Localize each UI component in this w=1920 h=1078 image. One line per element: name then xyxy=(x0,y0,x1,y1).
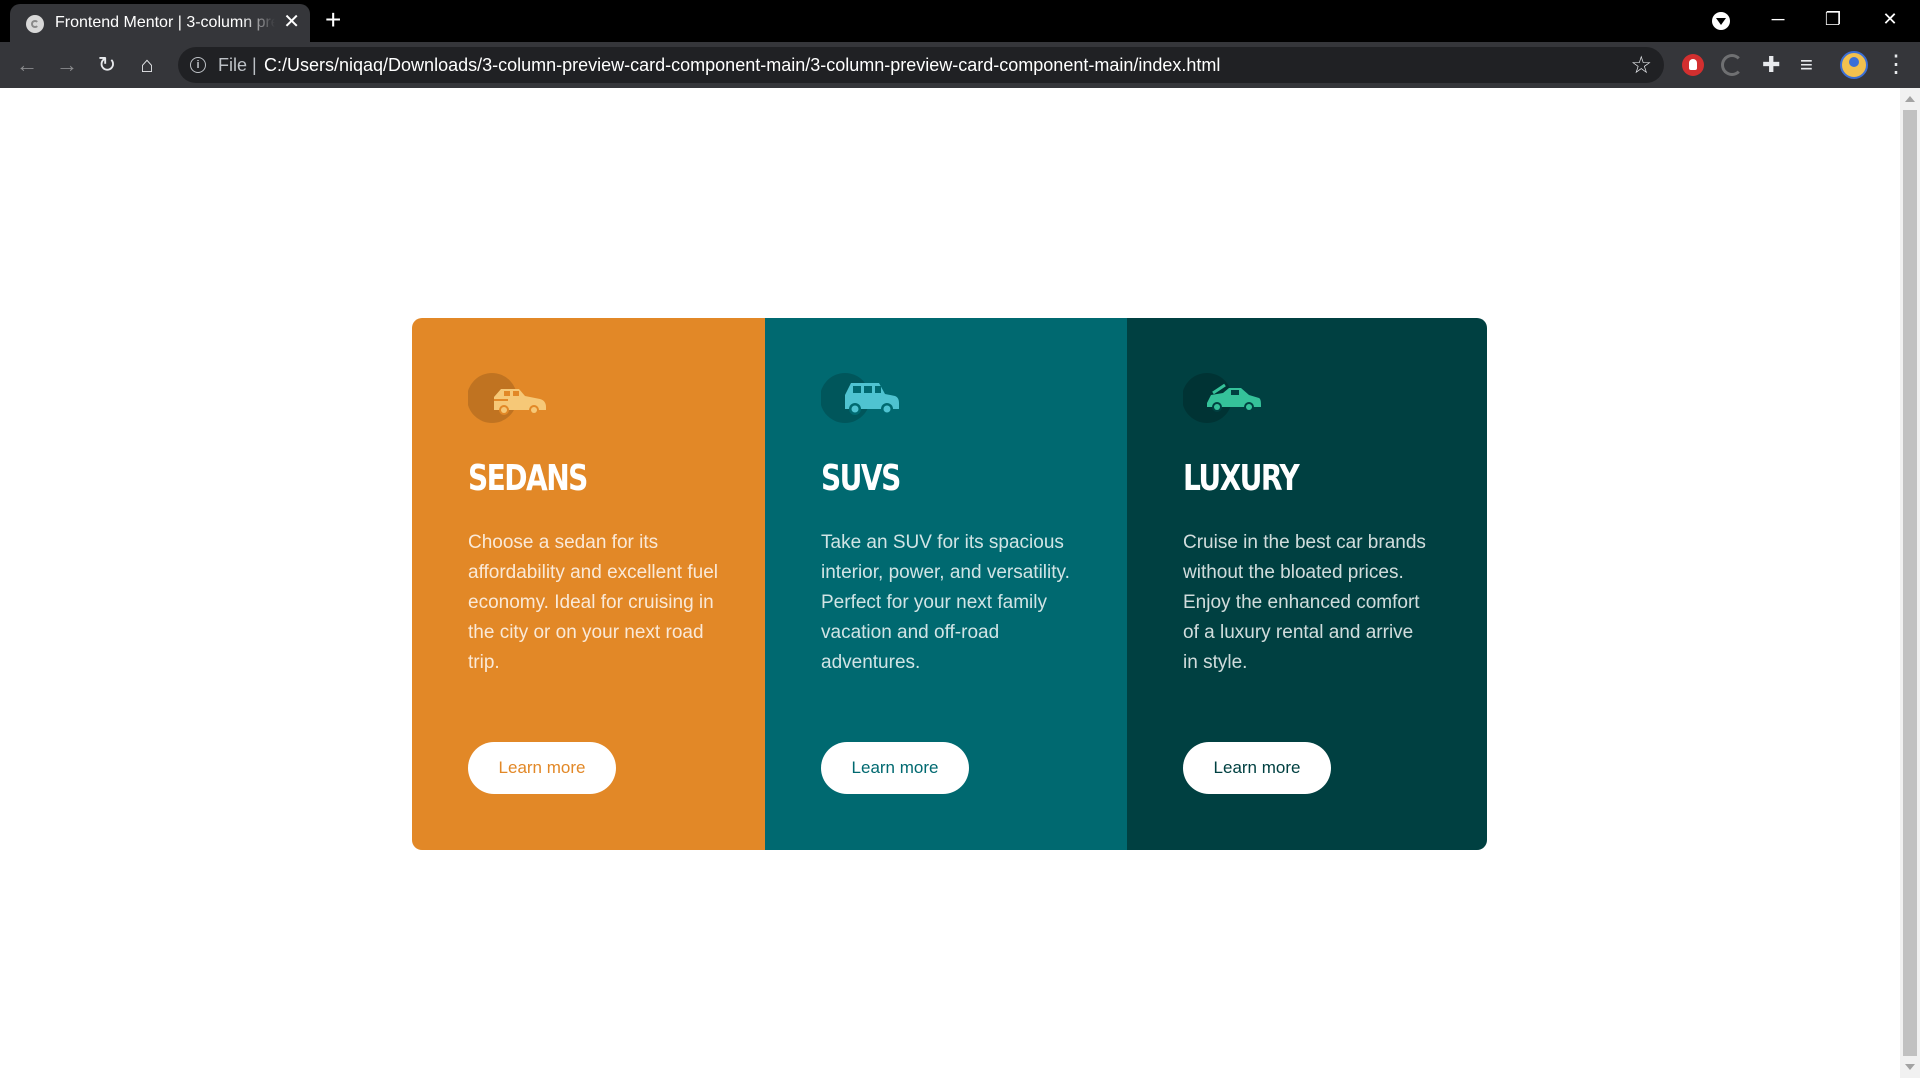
sedan-icon xyxy=(468,373,546,423)
page-scrollbar[interactable] xyxy=(1900,88,1920,1078)
card-title: SEDANS xyxy=(468,458,588,499)
minimize-icon[interactable]: ─ xyxy=(1758,4,1798,34)
menu-dots-icon[interactable]: ⋮ xyxy=(1884,50,1908,80)
extensions-puzzle-icon[interactable]: ✚ xyxy=(1762,54,1784,76)
extension-icon[interactable] xyxy=(1721,54,1743,76)
scroll-thumb[interactable] xyxy=(1903,110,1917,1056)
address-bar[interactable]: i File | C:/Users/niqaq/Downloads/3-colu… xyxy=(178,47,1664,83)
file-label: File xyxy=(218,55,248,75)
info-icon[interactable]: i xyxy=(190,57,206,73)
media-queue-icon[interactable]: ≡ xyxy=(1800,54,1822,76)
forward-icon[interactable]: → xyxy=(52,50,82,80)
new-tab-icon[interactable]: + xyxy=(325,6,341,34)
tab-title: Frontend Mentor | 3-column preview card … xyxy=(55,14,275,31)
restore-icon[interactable]: ❐ xyxy=(1813,4,1853,34)
luxury-car-icon xyxy=(1183,373,1261,423)
close-window-icon[interactable]: ✕ xyxy=(1870,4,1910,34)
scroll-down-icon[interactable] xyxy=(1905,1064,1915,1070)
reload-icon[interactable]: ↻ xyxy=(92,50,122,80)
separator: | xyxy=(252,55,257,75)
back-icon[interactable]: ← xyxy=(12,50,42,80)
suv-icon xyxy=(821,373,899,423)
close-tab-icon[interactable]: ✕ xyxy=(283,12,300,32)
learn-more-button[interactable]: Learn more xyxy=(468,742,616,794)
card-description: Take an SUV for its spacious interior, p… xyxy=(821,532,1070,673)
card-title: LUXURY xyxy=(1183,458,1300,499)
scroll-up-icon[interactable] xyxy=(1905,96,1915,102)
card-luxury: LUXURY Cruise in the best car brands wit… xyxy=(1127,318,1487,850)
adblock-extension-icon[interactable] xyxy=(1682,54,1704,76)
card-group: SEDANS Choose a sedan for its affordabil… xyxy=(412,318,1487,850)
card-suvs: SUVS Take an SUV for its spacious interi… xyxy=(765,318,1127,850)
learn-more-button[interactable]: Learn more xyxy=(1183,742,1331,794)
profile-avatar[interactable] xyxy=(1840,51,1868,79)
browser-tab-bar: Frontend Mentor | 3-column preview card … xyxy=(0,0,1920,42)
home-icon[interactable]: ⌂ xyxy=(132,50,162,80)
card-description: Choose a sedan for its affordability and… xyxy=(468,532,718,673)
bookmark-star-icon[interactable]: ☆ xyxy=(1630,51,1652,80)
media-control-icon[interactable] xyxy=(1712,12,1730,30)
card-title: SUVS xyxy=(821,458,901,499)
learn-more-button[interactable]: Learn more xyxy=(821,742,969,794)
card-description: Cruise in the best car brands without th… xyxy=(1183,532,1426,673)
browser-tab[interactable]: Frontend Mentor | 3-column preview card … xyxy=(10,4,310,42)
url-text[interactable]: C:/Users/niqaq/Downloads/3-column-previe… xyxy=(264,55,1220,76)
card-sedans: SEDANS Choose a sedan for its affordabil… xyxy=(412,318,765,850)
favicon-icon xyxy=(26,15,44,33)
browser-toolbar: ← → ↻ ⌂ i File | C:/Users/niqaq/Download… xyxy=(0,42,1920,88)
